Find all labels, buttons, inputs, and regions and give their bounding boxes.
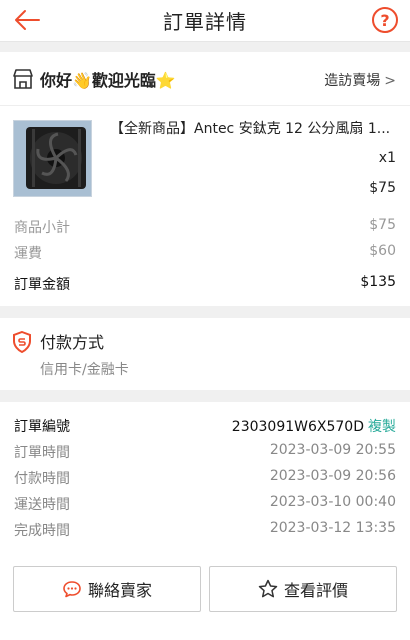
shipping-label: 運費	[14, 246, 42, 262]
chevron-right-icon: >	[384, 73, 396, 89]
ship-time-row: 運送時間 2023-03-10 00:40	[14, 494, 396, 514]
top-bar: 訂單詳情 ?	[0, 0, 410, 42]
order-info-card: 訂單編號 2303091W6X570D 複製 訂單時間 2023-03-09 20…	[0, 402, 410, 552]
chat-icon	[62, 580, 82, 598]
subtotal-label: 商品小計	[14, 220, 70, 236]
help-icon: ?	[380, 10, 390, 30]
order-total-label: 訂單金額	[14, 277, 70, 293]
payment-time-label: 付款時間	[14, 471, 70, 487]
product-name[interactable]: 【全新商品】Antec 安鈦克 12 公分風扇 1...	[110, 119, 402, 139]
order-id-label: 訂單編號	[14, 419, 70, 435]
contact-seller-label: 聯絡賣家	[87, 581, 152, 600]
payment-method: 信用卡/金融卡	[40, 362, 129, 378]
page-title: 訂單詳情	[163, 10, 247, 34]
product-image[interactable]	[13, 120, 92, 197]
order-time-label: 訂單時間	[14, 445, 70, 461]
order-total-value: $135	[360, 274, 396, 290]
order-id-group: 2303091W6X570D 複製	[232, 416, 396, 436]
shipping-value: $60	[369, 243, 396, 259]
action-bar: 聯絡賣家 查看評價	[0, 552, 410, 640]
visit-shop-label: 造訪賣場	[324, 73, 381, 89]
product-price: $75	[369, 180, 396, 196]
subtotal-row: 商品小計 $75	[14, 217, 396, 237]
shop-card: 你好👋歡迎光臨⭐ 造訪賣場 > 【全新商品】Antec 安鈦克 12 公分風扇 1…	[0, 52, 410, 306]
shield-icon	[13, 331, 31, 353]
view-review-button[interactable]: 查看評價	[209, 566, 397, 612]
order-id-value: 2303091W6X570D	[231, 419, 364, 435]
payment-card: 付款方式 信用卡/金融卡	[0, 318, 410, 390]
shop-name: 你好👋歡迎光臨⭐	[40, 71, 176, 90]
shipping-row: 運費 $60	[14, 243, 396, 263]
complete-time-label: 完成時間	[14, 523, 70, 539]
payment-time-value: 2023-03-09 20:56	[269, 468, 396, 484]
visit-shop-link[interactable]: 造訪賣場 >	[324, 70, 396, 90]
complete-time-row: 完成時間 2023-03-12 13:35	[14, 520, 396, 540]
payment-time-row: 付款時間 2023-03-09 20:56	[14, 468, 396, 488]
shop-icon	[13, 69, 33, 89]
subtotal-value: $75	[369, 217, 396, 233]
help-button[interactable]: ?	[372, 7, 398, 33]
contact-seller-button[interactable]: 聯絡賣家	[13, 566, 201, 612]
star-icon	[258, 579, 278, 599]
complete-time-value: 2023-03-12 13:35	[269, 520, 396, 536]
copy-button[interactable]: 複製	[368, 419, 396, 435]
product-quantity: x1	[378, 150, 396, 166]
order-total-row: 訂單金額 $135	[14, 274, 396, 294]
shop-header[interactable]: 你好👋歡迎光臨⭐ 造訪賣場 >	[0, 52, 410, 106]
view-review-label: 查看評價	[283, 581, 348, 600]
ship-time-value: 2023-03-10 00:40	[269, 494, 396, 510]
ship-time-label: 運送時間	[14, 497, 70, 513]
order-id-row: 訂單編號 2303091W6X570D 複製	[14, 416, 396, 436]
order-time-value: 2023-03-09 20:55	[269, 442, 396, 458]
fan-image	[14, 121, 91, 196]
order-time-row: 訂單時間 2023-03-09 20:55	[14, 442, 396, 462]
payment-title: 付款方式	[40, 333, 105, 352]
